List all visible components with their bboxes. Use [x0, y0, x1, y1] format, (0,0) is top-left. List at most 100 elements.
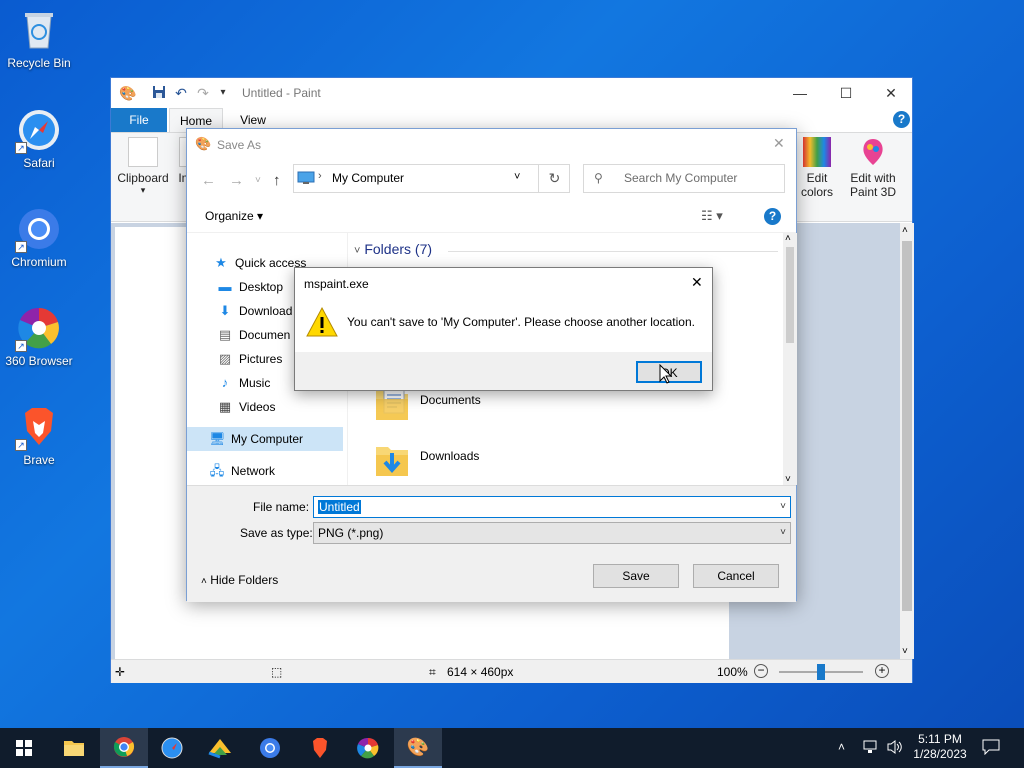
redo-icon[interactable]: ↷ — [195, 85, 211, 101]
clipboard-group[interactable]: Clipboard ▾ — [115, 137, 171, 196]
hide-folders-button[interactable]: ˄ Hide Folders — [201, 573, 278, 587]
scroll-down-icon[interactable]: ˅ — [902, 646, 908, 657]
brave-icon — [313, 738, 327, 758]
desktop-icon-recycle-bin[interactable]: Recycle Bin — [2, 8, 76, 70]
desktop-icon-safari[interactable]: ↗ Safari — [2, 108, 76, 170]
chrome-icon — [113, 737, 135, 757]
chromium-icon — [260, 738, 280, 758]
up-arrow-icon[interactable]: ↑ — [273, 172, 281, 189]
search-icon: ⚲ — [594, 171, 603, 185]
paste-icon — [128, 137, 158, 167]
content-scrollbar[interactable]: ˄ ˅ — [783, 233, 797, 485]
taskbar-360-browser[interactable] — [344, 728, 392, 768]
view-options-icon[interactable]: ☷ ▾ — [701, 208, 723, 224]
help-icon[interactable]: ? — [764, 208, 781, 225]
recent-locations-icon[interactable]: ˅ — [255, 175, 261, 186]
search-placeholder: Search My Computer — [624, 171, 738, 185]
desktop-icon-label: Recycle Bin — [7, 56, 71, 70]
taskbar-chromium[interactable] — [246, 728, 294, 768]
tab-file[interactable]: File — [111, 108, 167, 132]
error-dialog-body: mspaint.exe ✕ You can't save to 'My Comp… — [295, 268, 712, 352]
undo-icon[interactable]: ↶ — [173, 85, 189, 101]
close-button[interactable]: ✕ — [868, 78, 914, 108]
nav-videos[interactable]: ▦ Videos — [187, 395, 347, 419]
taskbar-file-explorer[interactable] — [50, 728, 98, 768]
zoom-in-button[interactable]: + — [875, 664, 889, 678]
close-icon[interactable]: ✕ — [773, 135, 785, 152]
taskbar-chrome[interactable] — [100, 728, 148, 768]
address-bar[interactable]: › My Computer ˅ ↻ — [293, 164, 570, 193]
save-as-type-label: Save as type: — [240, 526, 313, 540]
minimize-button[interactable]: — — [777, 78, 823, 108]
file-explorer-icon — [64, 741, 84, 756]
help-icon[interactable]: ? — [893, 111, 910, 128]
organize-button[interactable]: Organize ▾ — [205, 209, 263, 223]
chevron-down-icon: ˅ — [780, 527, 786, 538]
save-icon[interactable] — [151, 85, 167, 101]
search-input[interactable]: ⚲ Search My Computer — [583, 164, 785, 193]
cancel-button[interactable]: Cancel — [693, 564, 779, 588]
desktop-icon-360-browser[interactable]: ↗ 360 Browser — [2, 306, 76, 368]
file-name-input[interactable]: Untitled ˅ — [313, 496, 791, 518]
error-dialog: mspaint.exe ✕ You can't save to 'My Comp… — [294, 267, 713, 391]
start-button[interactable] — [0, 728, 48, 768]
scrollbar-thumb[interactable] — [902, 241, 912, 611]
edit-colors-button[interactable]: Edit colors — [797, 137, 837, 199]
address-text: My Computer — [332, 171, 405, 185]
paint-app-icon: 🎨 — [119, 85, 137, 101]
refresh-icon[interactable]: ↻ — [538, 165, 570, 192]
taskbar-safari[interactable] — [148, 728, 196, 768]
cursor-position-icon: ✛ — [115, 665, 126, 679]
downloads-folder-icon — [374, 439, 410, 479]
taskbar-brave[interactable] — [296, 728, 344, 768]
customize-quick-access-icon[interactable]: ▾ — [215, 85, 231, 101]
notifications-icon[interactable] — [982, 739, 1000, 768]
chevron-down-icon[interactable]: ˅ — [780, 497, 786, 517]
forward-arrow-icon[interactable]: → — [229, 172, 244, 189]
address-dropdown-icon[interactable]: ˅ — [514, 171, 520, 183]
volume-icon[interactable] — [886, 739, 904, 768]
scroll-up-icon[interactable]: ˄ — [785, 233, 791, 244]
film-icon: ▦ — [218, 399, 232, 414]
folders-group-header[interactable]: ˅ Folders (7) — [354, 241, 432, 257]
canvas-vertical-scrollbar[interactable]: ˄ ˅ — [900, 223, 914, 659]
chevron-up-icon: ˄ — [201, 576, 207, 587]
desktop-icon-chromium[interactable]: ↗ Chromium — [2, 207, 76, 269]
brave-icon: ↗ — [15, 405, 61, 451]
warning-icon — [305, 305, 339, 339]
palette-app-icon — [208, 739, 231, 759]
clock-time: 5:11 PM — [918, 732, 962, 746]
taskbar-paint[interactable]: 🎨 — [394, 728, 442, 768]
clock[interactable]: 5:11 PM 1/28/2023 — [908, 732, 972, 768]
scroll-down-icon[interactable]: ˅ — [785, 474, 791, 485]
desktop-folder-icon: ▬ — [218, 279, 232, 294]
nav-network[interactable]: 🖧 Network — [187, 459, 347, 483]
network-icon[interactable] — [862, 739, 880, 768]
save-button[interactable]: Save — [593, 564, 679, 588]
back-arrow-icon[interactable]: ← — [201, 172, 216, 189]
safari-icon — [161, 737, 183, 759]
computer-icon — [297, 171, 315, 188]
close-icon[interactable]: ✕ — [691, 274, 703, 291]
zoom-out-button[interactable]: − — [754, 664, 768, 678]
show-hidden-icons-button[interactable]: ˄ — [838, 740, 845, 768]
desktop-icon-brave[interactable]: ↗ Brave — [2, 405, 76, 467]
zoom-slider-thumb[interactable] — [817, 664, 825, 680]
edit-with-paint-3d-button[interactable]: Edit with Paint 3D — [845, 137, 901, 199]
maximize-button[interactable]: ☐ — [823, 78, 869, 108]
nav-my-computer[interactable]: 🖥 My Computer — [187, 427, 343, 451]
save-as-title: Save As — [217, 138, 262, 152]
scrollbar-thumb[interactable] — [786, 247, 794, 343]
collapse-chevron-icon: ˅ — [354, 245, 361, 257]
error-dialog-title: mspaint.exe — [304, 277, 369, 291]
zoom-level: 100% — [717, 665, 748, 679]
file-name-value: Untitled — [318, 500, 361, 514]
selection-size-icon: ⬚ — [271, 665, 283, 679]
safari-icon: ↗ — [15, 108, 61, 154]
star-icon: ★ — [215, 255, 227, 270]
scroll-up-icon[interactable]: ˄ — [902, 225, 908, 236]
save-as-type-select[interactable]: PNG (*.png) ˅ — [313, 522, 791, 544]
paint-window-title: Untitled - Paint — [242, 86, 321, 100]
taskbar-colorful-app[interactable] — [196, 728, 244, 768]
save-as-titlebar: 🎨 Save As ✕ — [187, 129, 796, 159]
